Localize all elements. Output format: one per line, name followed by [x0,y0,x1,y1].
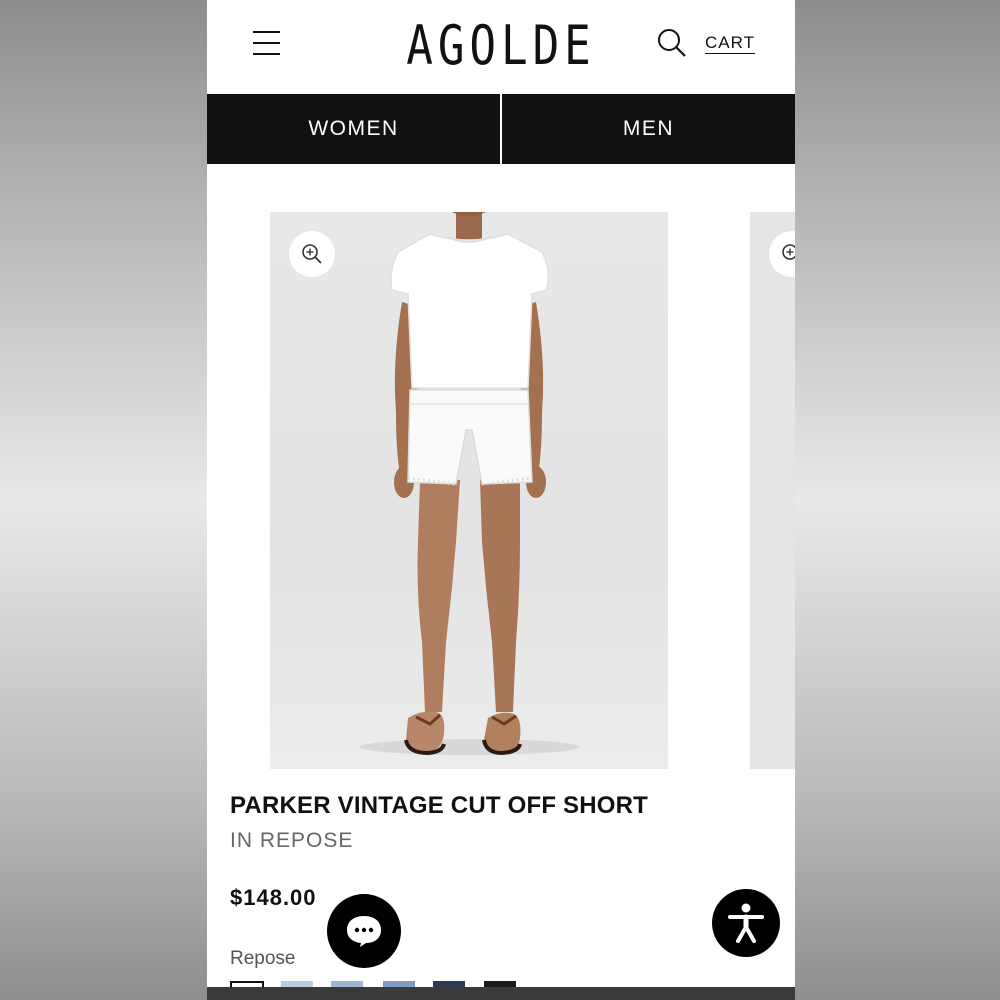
next-product-image[interactable] [750,212,795,769]
product-price: $148.00 [230,885,317,910]
tab-women[interactable]: WOMEN [207,94,500,164]
swatch-label: Repose [230,948,296,969]
bottom-bar [207,987,795,1000]
category-nav: WOMEN MEN [207,94,795,164]
product-title: PARKER VINTAGE CUT OFF SHORT [230,792,649,819]
site-header: AGOLDE CART [207,0,795,94]
tab-men[interactable]: MEN [502,94,795,164]
search-icon[interactable] [656,27,688,59]
cart-link[interactable]: CART [705,33,755,53]
product-color-name: IN REPOSE [230,829,354,852]
zoom-in-icon[interactable] [289,231,335,277]
background-left [0,0,207,1000]
chat-bubble-icon[interactable] [327,894,401,968]
background-right [795,0,1000,1000]
model-illustration [360,212,580,756]
accessibility-icon[interactable] [712,889,780,957]
zoom-in-icon[interactable] [769,231,795,277]
mobile-page: AGOLDE CART WOMEN MEN PARKER VINTAGE CUT… [207,0,795,1000]
product-image[interactable] [270,212,668,769]
